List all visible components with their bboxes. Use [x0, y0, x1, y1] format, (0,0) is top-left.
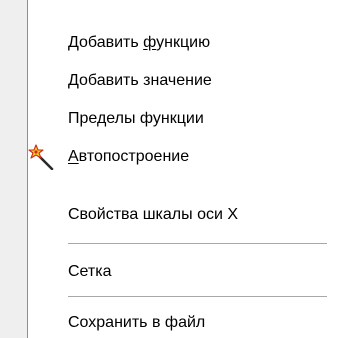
menu-item-label: Пределы функции: [68, 110, 204, 127]
menu-item-x-axis-scale-properties[interactable]: Свойства шкалы оси X: [28, 200, 344, 230]
menu-item-label: Свойства шкалы оси X: [68, 206, 239, 223]
menu-separator: [68, 296, 327, 297]
context-menu: Добавить функцию Добавить значение Преде…: [0, 0, 344, 338]
menu-separator: [68, 243, 327, 244]
menu-item-save-to-file[interactable]: Сохранить в файл: [28, 308, 344, 338]
menu-item-label: Сетка: [68, 263, 112, 280]
menu-item-label: Автопостроение: [68, 148, 190, 165]
menu-item-function-limits[interactable]: Пределы функции: [28, 104, 344, 134]
menu-icon-column: [0, 0, 27, 338]
menu-item-add-value[interactable]: Добавить значение: [28, 66, 344, 96]
menu-item-add-function[interactable]: Добавить функцию: [28, 28, 344, 58]
menu-item-grid[interactable]: Сетка: [28, 257, 344, 287]
menu-item-label: Добавить функцию: [68, 34, 211, 51]
menu-item-label: Сохранить в файл: [68, 314, 206, 331]
menu-item-autoplot[interactable]: Автопостроение: [28, 142, 344, 172]
magic-wand-icon: [28, 144, 54, 170]
menu-item-label: Добавить значение: [68, 72, 212, 89]
